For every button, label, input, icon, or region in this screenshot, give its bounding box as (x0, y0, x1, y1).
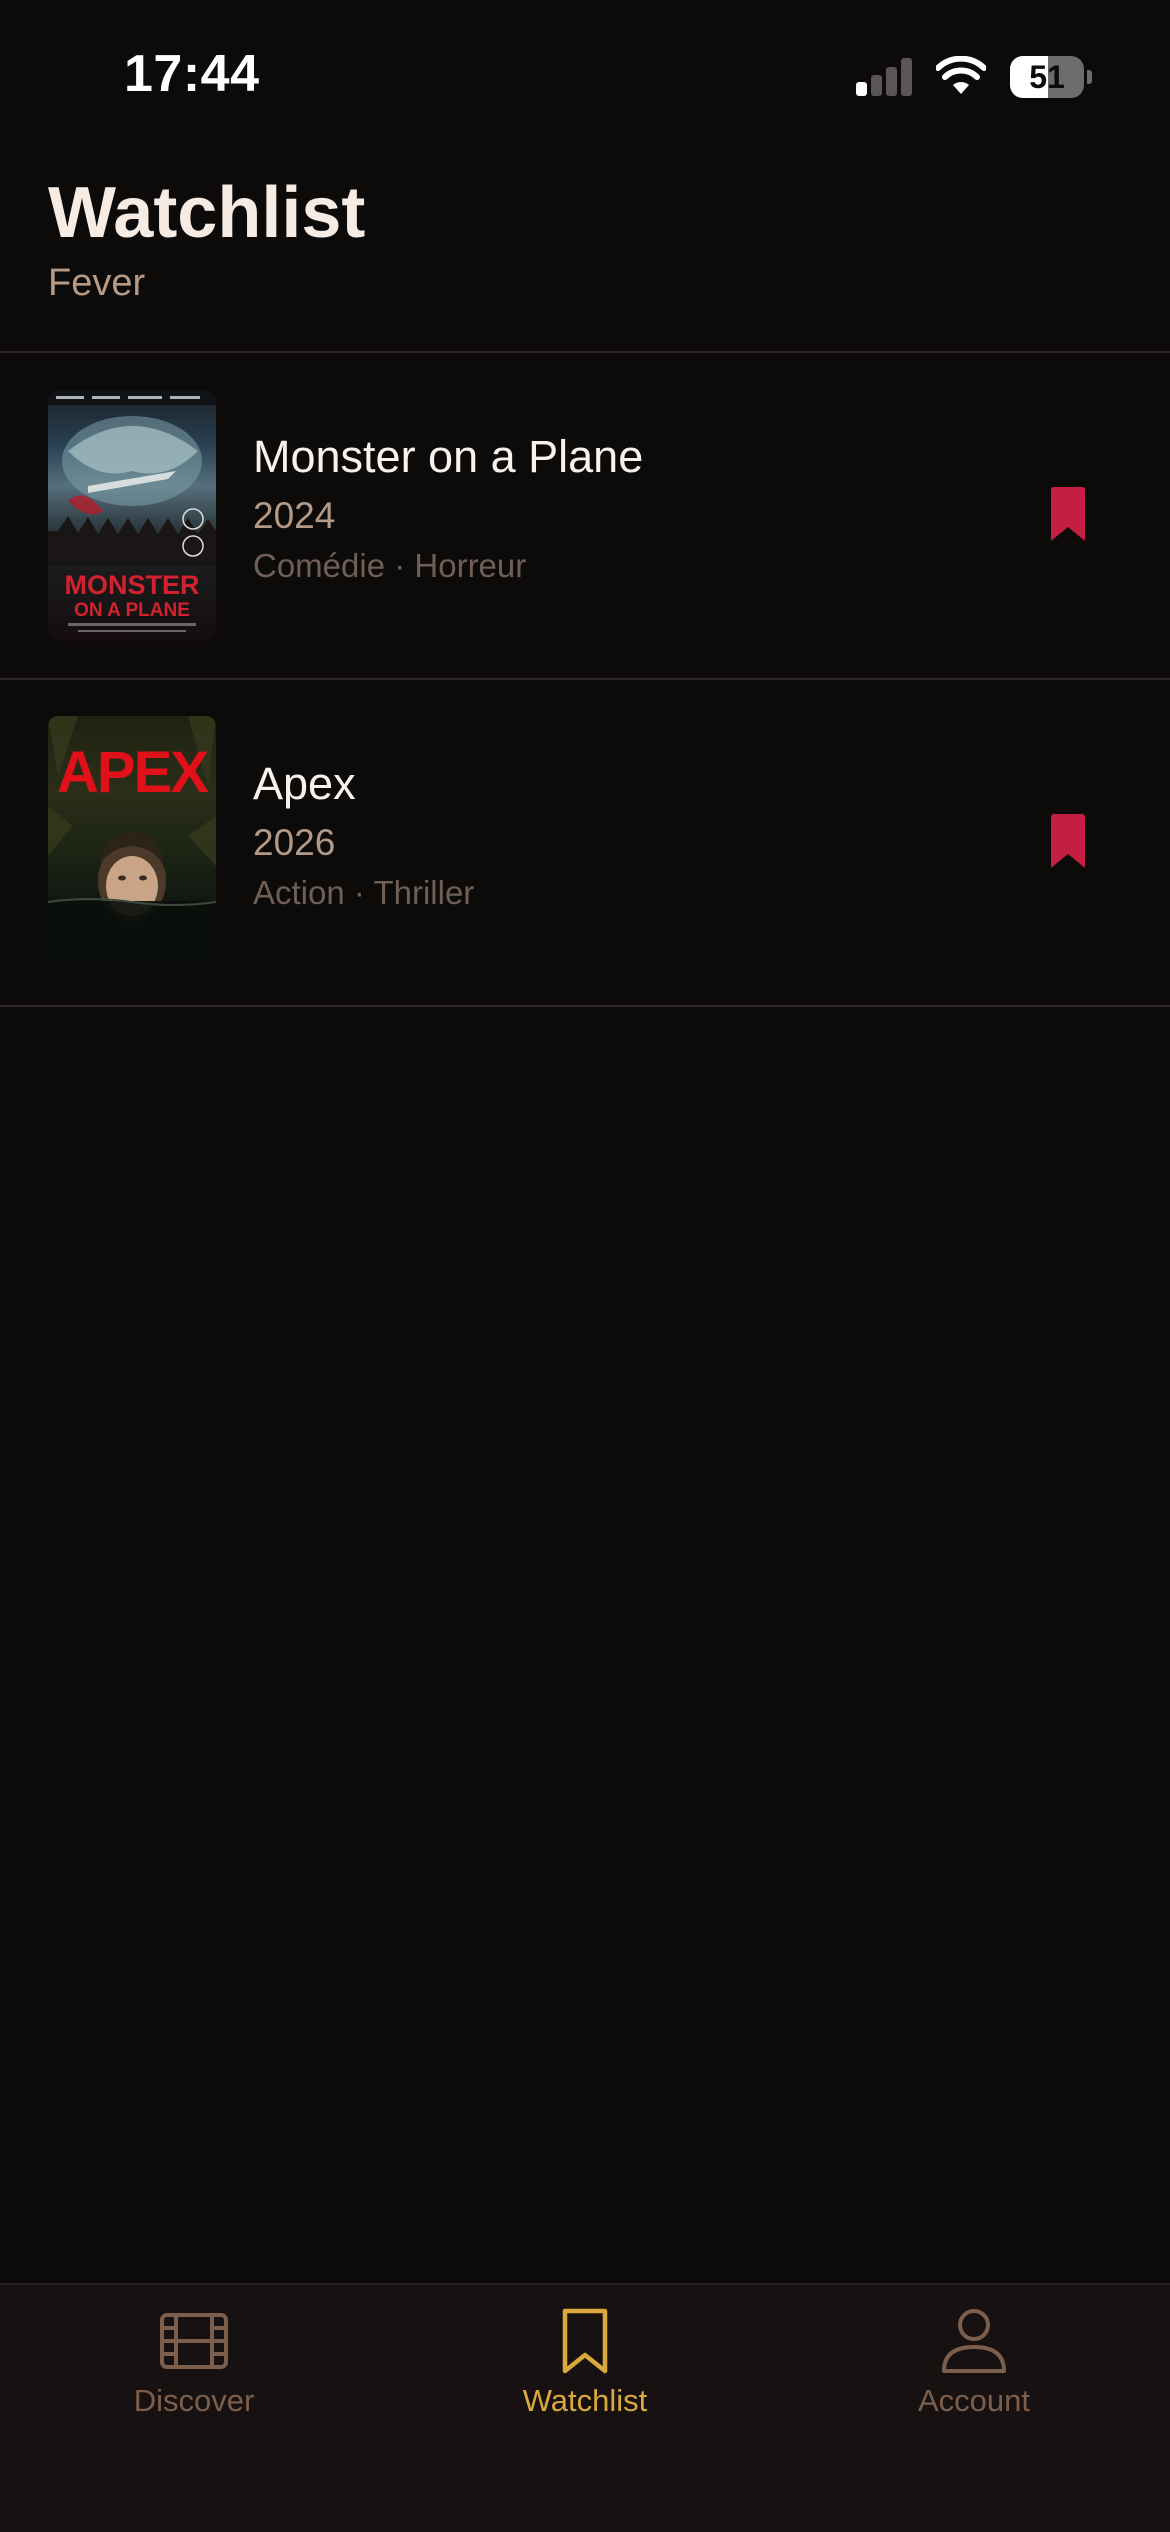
bookmark-filled-icon (1051, 814, 1085, 868)
poster-artwork: APEX (48, 716, 216, 966)
bookmark-filled-icon (1051, 487, 1085, 541)
poster-title: APEX (57, 740, 209, 805)
tab-label: Account (917, 2383, 1030, 2418)
page-header: Watchlist Fever (48, 170, 365, 305)
battery-icon: 51 (1010, 56, 1092, 98)
poster-title-line1: MONSTER (65, 570, 200, 600)
watchlist-item[interactable]: MONSTER ON A PLANE Monster on a Plane 20… (0, 353, 1170, 677)
wifi-icon (936, 56, 986, 94)
battery-percent: 51 (1029, 59, 1065, 95)
movie-title: Monster on a Plane (253, 431, 644, 482)
movie-poster: MONSTER ON A PLANE (48, 391, 216, 641)
item-info: Apex 2026 Action · Thriller (253, 756, 474, 914)
page-title: Watchlist (48, 173, 366, 253)
movie-year: 2026 (253, 822, 336, 863)
movie-genres: Action · Thriller (253, 874, 475, 911)
item-info: Monster on a Plane 2024 Comédie · Horreu… (253, 429, 643, 587)
tab-watchlist[interactable]: Watchlist (475, 2305, 695, 2435)
remove-bookmark-button[interactable] (1040, 810, 1096, 874)
poster-title-line2: ON A PLANE (74, 600, 190, 621)
remove-bookmark-button[interactable] (1040, 483, 1096, 547)
film-icon (160, 2313, 228, 2369)
watchlist-item[interactable]: APEX Apex 2026 Action · Thriller (0, 680, 1170, 1004)
tab-account[interactable]: Account (864, 2305, 1084, 2435)
poster-artwork: MONSTER ON A PLANE (48, 391, 216, 632)
movie-title: Apex (253, 758, 356, 809)
bookmark-icon (562, 2308, 608, 2374)
status-time: 17:44 (124, 45, 260, 103)
tab-bar: Discover Watchlist Account (0, 2283, 1170, 2532)
person-icon (942, 2309, 1006, 2373)
tab-discover[interactable]: Discover (84, 2305, 304, 2435)
movie-year: 2024 (253, 495, 336, 536)
movie-genres: Comédie · Horreur (253, 547, 527, 584)
status-bar: 17:44 51 (0, 0, 1170, 150)
page-subtitle: Fever (48, 262, 146, 305)
movie-poster: APEX (48, 716, 216, 966)
cellular-signal-icon (856, 58, 914, 96)
divider (0, 1005, 1170, 1007)
tab-label: Watchlist (522, 2383, 648, 2418)
watchlist-screen: 17:44 51 Watchlist Fever MONSTER ON A PL… (0, 0, 1170, 2532)
tab-label: Discover (133, 2383, 255, 2418)
